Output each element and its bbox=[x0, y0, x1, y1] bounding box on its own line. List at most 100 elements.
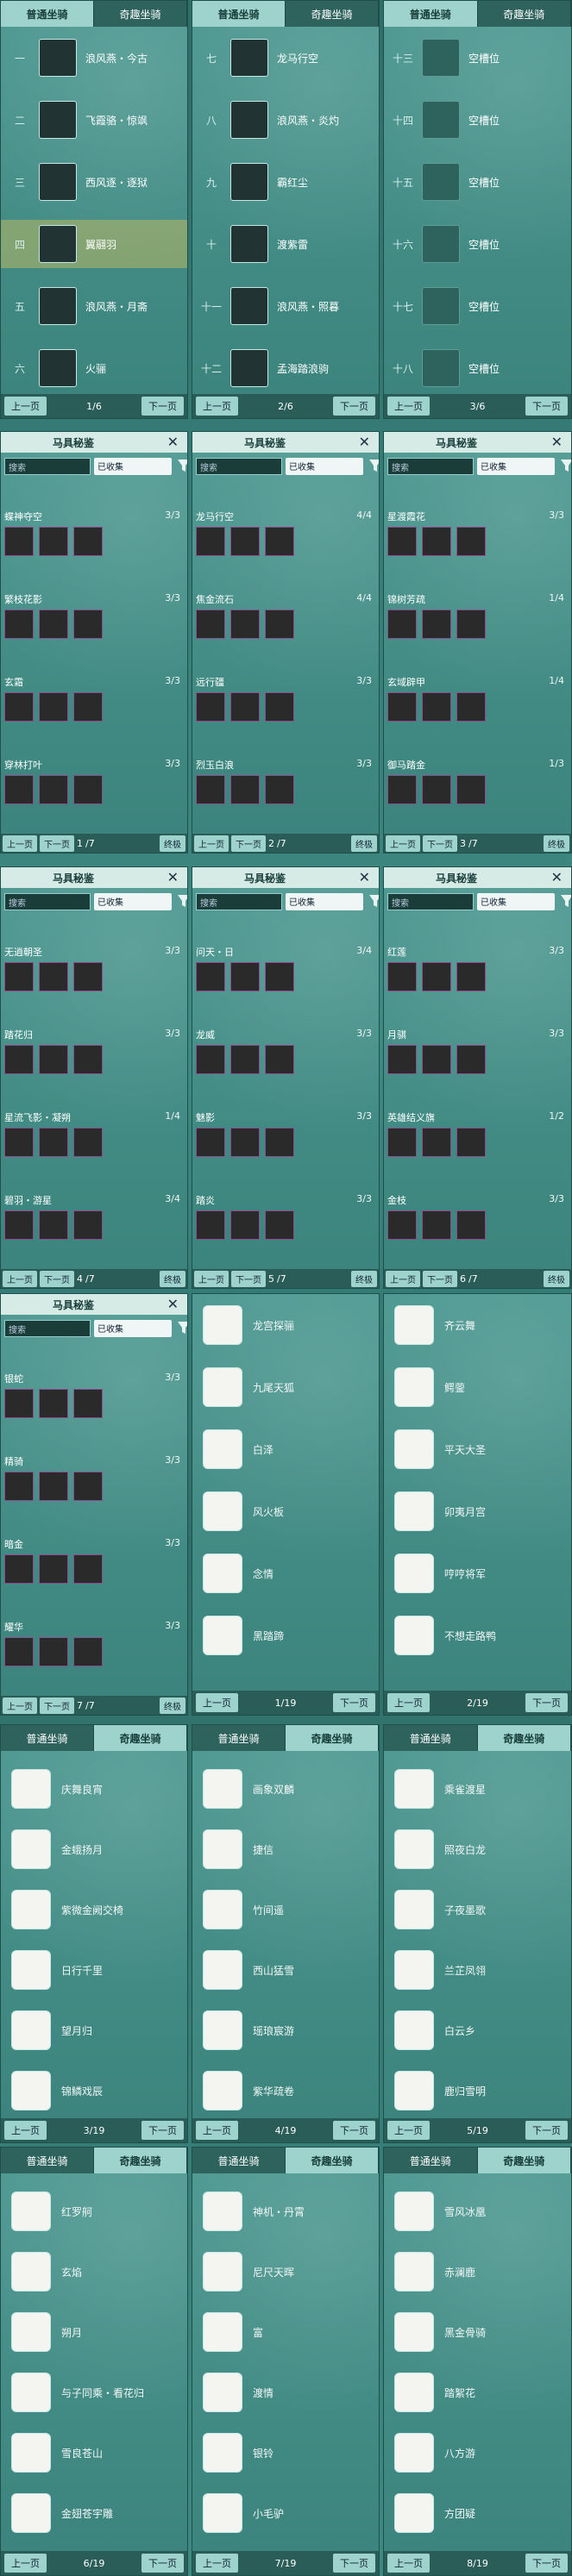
special-mount-item[interactable]: 雪风冰凰 bbox=[384, 2185, 571, 2237]
gear-icon[interactable] bbox=[73, 1554, 103, 1584]
close-icon[interactable]: ✕ bbox=[167, 434, 179, 450]
prev-page-button[interactable]: 上一页 bbox=[4, 2554, 47, 2573]
special-mount-item[interactable]: 不想走路鸭 bbox=[384, 1610, 571, 1661]
end-button[interactable]: 终极 bbox=[544, 1270, 569, 1287]
special-mount-item[interactable]: 平天大圣 bbox=[384, 1423, 571, 1475]
filter-select[interactable]: 已收集 bbox=[94, 458, 172, 475]
gear-icon[interactable] bbox=[4, 962, 34, 991]
gear-icon[interactable] bbox=[196, 775, 225, 804]
search-input[interactable]: 搜索 bbox=[4, 458, 91, 475]
special-mount-item[interactable]: 念情 bbox=[192, 1547, 379, 1599]
gear-icon[interactable] bbox=[73, 1472, 103, 1501]
special-mount-item[interactable]: 与子同乘・看花归 bbox=[1, 2367, 187, 2418]
search-input[interactable]: 搜索 bbox=[196, 458, 282, 475]
mount-slot[interactable]: 七 龙马行空 bbox=[192, 34, 379, 82]
equipment-set[interactable]: 英雄结义旗 1/2 bbox=[387, 1110, 568, 1178]
search-input[interactable]: 搜索 bbox=[4, 1320, 91, 1337]
special-mount-item[interactable]: 锦鳞戏辰 bbox=[1, 2065, 187, 2116]
gear-icon[interactable] bbox=[387, 692, 417, 722]
special-mount-item[interactable]: 紫华疏卷 bbox=[192, 2065, 379, 2116]
equipment-set[interactable]: 魅影 3/3 bbox=[196, 1110, 375, 1178]
close-icon[interactable]: ✕ bbox=[359, 434, 370, 450]
equipment-set[interactable]: 银蛇 3/3 bbox=[4, 1372, 184, 1439]
close-icon[interactable]: ✕ bbox=[167, 1296, 179, 1312]
mount-slot[interactable]: 九 霸红尘 bbox=[192, 158, 379, 206]
mount-slot[interactable]: 十六 空槽位 bbox=[384, 220, 571, 268]
special-mount-item[interactable]: 照夜白龙 bbox=[384, 1823, 571, 1875]
special-mount-item[interactable]: 紫微金阙交椅 bbox=[1, 1884, 187, 1935]
next-page-button[interactable]: 下一页 bbox=[141, 397, 184, 416]
mount-slot[interactable]: 八 浪风燕・炎灼 bbox=[192, 96, 379, 144]
tab-special[interactable]: 奇趣坐骑 bbox=[477, 2148, 571, 2173]
gear-icon[interactable] bbox=[422, 1210, 451, 1240]
next-page-button[interactable]: 下一页 bbox=[40, 1270, 74, 1287]
next-page-button[interactable]: 下一页 bbox=[40, 1697, 74, 1714]
equipment-set[interactable]: 精骑 3/3 bbox=[4, 1454, 184, 1522]
special-mount-item[interactable]: 白泽 bbox=[192, 1423, 379, 1475]
next-page-button[interactable]: 下一页 bbox=[141, 2121, 184, 2140]
gear-icon[interactable] bbox=[196, 527, 225, 556]
mount-slot[interactable]: 六 火骊 bbox=[1, 344, 187, 392]
next-page-button[interactable]: 下一页 bbox=[332, 1693, 375, 1712]
prev-page-button[interactable]: 上一页 bbox=[3, 1270, 37, 1287]
gear-icon[interactable] bbox=[422, 610, 451, 639]
filter-funnel-icon[interactable] bbox=[177, 458, 187, 473]
gear-icon[interactable] bbox=[456, 1128, 486, 1157]
tab-normal[interactable]: 普通坐骑 bbox=[192, 1725, 286, 1751]
prev-page-button[interactable]: 上一页 bbox=[196, 2554, 238, 2573]
special-mount-item[interactable]: 乘雀渡星 bbox=[384, 1763, 571, 1815]
gear-icon[interactable] bbox=[196, 962, 225, 991]
special-mount-item[interactable]: 方团疑 bbox=[384, 2487, 571, 2539]
gear-icon[interactable] bbox=[73, 1045, 103, 1074]
special-mount-item[interactable]: 雪良苍山 bbox=[1, 2427, 187, 2479]
gear-icon[interactable] bbox=[73, 692, 103, 722]
tab-special[interactable]: 奇趣坐骑 bbox=[286, 1725, 379, 1751]
gear-icon[interactable] bbox=[196, 1128, 225, 1157]
special-mount-item[interactable]: 金翅苍宇雕 bbox=[1, 2487, 187, 2539]
special-mount-item[interactable]: 风火板 bbox=[192, 1485, 379, 1537]
prev-page-button[interactable]: 上一页 bbox=[4, 2121, 47, 2140]
tab-special[interactable]: 奇趣坐骑 bbox=[286, 1, 379, 27]
special-mount-item[interactable]: 齐云舞 bbox=[384, 1299, 571, 1351]
equipment-set[interactable]: 御马踏金 1/3 bbox=[387, 758, 568, 825]
next-page-button[interactable]: 下一页 bbox=[231, 1270, 266, 1287]
gear-icon[interactable] bbox=[39, 1554, 68, 1584]
gear-icon[interactable] bbox=[265, 610, 294, 639]
gear-icon[interactable] bbox=[387, 610, 417, 639]
tab-special[interactable]: 奇趣坐骑 bbox=[286, 2148, 379, 2173]
prev-page-button[interactable]: 上一页 bbox=[196, 397, 238, 416]
gear-icon[interactable] bbox=[456, 527, 486, 556]
mount-slot[interactable]: 十七 空槽位 bbox=[384, 282, 571, 330]
mount-slot[interactable]: 三 西风逐・逐狱 bbox=[1, 158, 187, 206]
gear-icon[interactable] bbox=[422, 775, 451, 804]
gear-icon[interactable] bbox=[230, 1045, 260, 1074]
mount-slot[interactable]: 十五 空槽位 bbox=[384, 158, 571, 206]
equipment-set[interactable]: 踏花归 3/3 bbox=[4, 1028, 184, 1095]
end-button[interactable]: 终极 bbox=[160, 1270, 185, 1287]
close-icon[interactable]: ✕ bbox=[551, 869, 563, 885]
special-mount-item[interactable]: 兰芷凤翎 bbox=[384, 1944, 571, 1996]
gear-icon[interactable] bbox=[39, 775, 68, 804]
filter-select[interactable]: 已收集 bbox=[477, 893, 555, 910]
gear-icon[interactable] bbox=[422, 527, 451, 556]
mount-slot[interactable]: 五 浪风燕・月斋 bbox=[1, 282, 187, 330]
equipment-set[interactable]: 红莲 3/3 bbox=[387, 945, 568, 1012]
special-mount-item[interactable]: 踏絮花 bbox=[384, 2367, 571, 2418]
filter-funnel-icon[interactable] bbox=[560, 893, 571, 909]
gear-icon[interactable] bbox=[387, 527, 417, 556]
gear-icon[interactable] bbox=[230, 610, 260, 639]
equipment-set[interactable]: 穿林打叶 3/3 bbox=[4, 758, 184, 825]
tab-normal[interactable]: 普通坐骑 bbox=[192, 1, 286, 27]
equipment-set[interactable]: 问天・日 3/4 bbox=[196, 945, 375, 1012]
special-mount-item[interactable]: 黑踏蹄 bbox=[192, 1610, 379, 1661]
filter-select[interactable]: 已收集 bbox=[94, 1320, 172, 1337]
special-mount-item[interactable]: 黑金骨骑 bbox=[384, 2306, 571, 2358]
gear-icon[interactable] bbox=[73, 775, 103, 804]
special-mount-item[interactable]: 渡情 bbox=[192, 2367, 379, 2418]
equipment-set[interactable]: 焦金流石 4/4 bbox=[196, 592, 375, 660]
equipment-set[interactable]: 星渡霞花 3/3 bbox=[387, 510, 568, 577]
equipment-set[interactable]: 蝶神夺空 3/3 bbox=[4, 510, 184, 577]
equipment-set[interactable]: 金枝 3/3 bbox=[387, 1193, 568, 1260]
prev-page-button[interactable]: 上一页 bbox=[387, 397, 430, 416]
special-mount-item[interactable]: 西山猛雪 bbox=[192, 1944, 379, 1996]
